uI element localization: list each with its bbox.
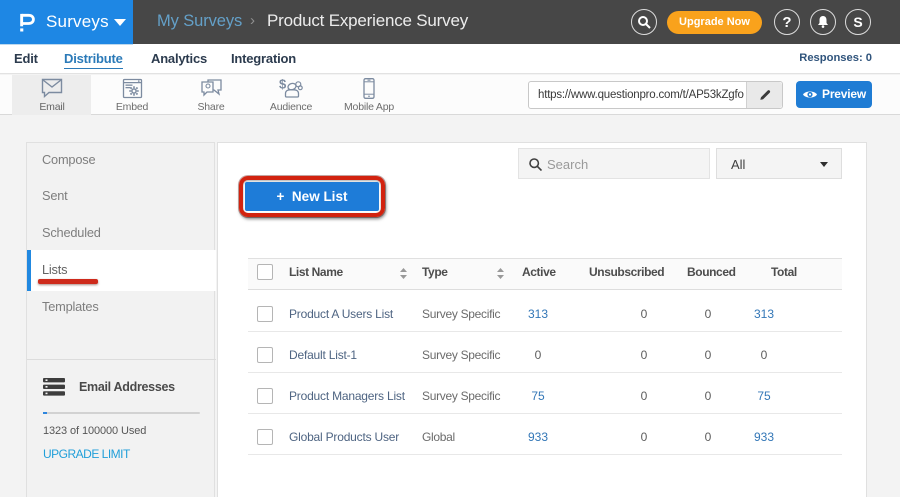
svg-text:$: $ bbox=[279, 78, 287, 92]
